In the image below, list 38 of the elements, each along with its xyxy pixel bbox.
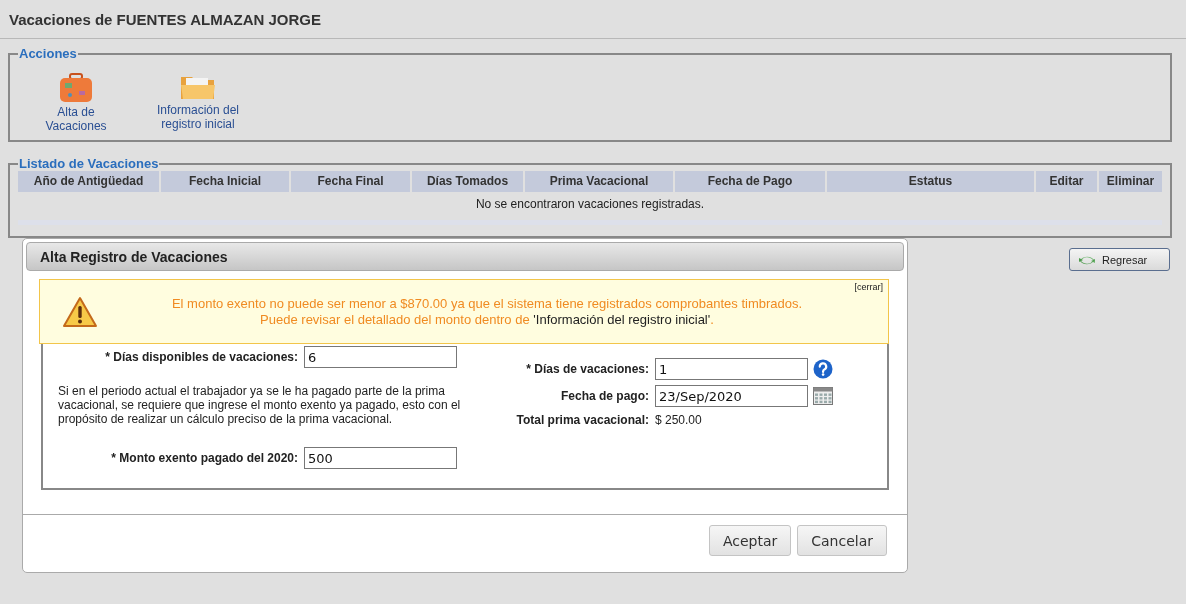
back-button[interactable]: Regresar: [1069, 248, 1170, 271]
input-field[interactable]: 6: [304, 346, 457, 368]
date-field[interactable]: 23/Sep/2020: [655, 385, 808, 407]
close-link[interactable]: [cerrar]: [854, 282, 883, 292]
warning-icon: [62, 295, 98, 328]
column-header: Días Tomados: [412, 171, 523, 192]
suitcase-icon: [59, 73, 93, 103]
warning-text: El monto exento no puede ser menor a $870.00 ya que el sistema tiene registrados comprobantes timbrados.: [170, 295, 804, 312]
field-label: * Días disponibles de vacaciones:: [104, 350, 299, 364]
column-header: Año de Antigüedad: [18, 171, 159, 192]
action-link[interactable]: Información del registro inicial: [148, 103, 248, 131]
field-label: * Días de vacaciones:: [525, 362, 650, 376]
field-label: Fecha de pago:: [560, 389, 650, 403]
column-header: Prima Vacacional: [525, 171, 673, 192]
column-header: Editar: [1036, 171, 1097, 192]
action-link[interactable]: Alta de Vacaciones: [36, 105, 116, 133]
field-label: Total prima vacacional:: [515, 413, 650, 427]
input-field[interactable]: 1: [655, 358, 808, 380]
total-value: $ 250.00: [655, 413, 702, 427]
column-header: Fecha de Pago: [675, 171, 825, 192]
calendar-icon[interactable]: [813, 387, 833, 405]
help-icon[interactable]: [813, 359, 833, 379]
help-text: Si en el periodo actual el trabajador ya se le ha pagado parte de la prima vacacional, se requiere que ingrese el monto exento ya pagado, esto con el propósito de realizar un cálculo preciso de la prima vacacional.: [58, 384, 462, 426]
input-field[interactable]: 500: [304, 447, 457, 469]
panel-title: Listado de Vacaciones: [18, 156, 160, 171]
column-header: Fecha Inicial: [161, 171, 289, 192]
page-title: Vacaciones de FUENTES ALMAZAN JORGE: [9, 10, 321, 28]
column-header: Fecha Final: [291, 171, 410, 192]
column-header: Estatus: [827, 171, 1034, 192]
warning-text: Puede revisar el detallado del monto dentro de 'Información del registro inicial'.: [259, 311, 715, 328]
empty-message: No se encontraron vacaciones registradas.: [474, 197, 706, 211]
dialog-button[interactable]: Aceptar: [708, 525, 792, 556]
dialog-title: Alta Registro de Vacaciones: [40, 248, 228, 265]
field-label: * Monto exento pagado del 2020:: [110, 451, 299, 465]
panel-title: Acciones: [18, 46, 78, 61]
dialog-button[interactable]: Cancelar: [797, 525, 887, 556]
info-link[interactable]: 'Información del registro inicial': [533, 311, 711, 327]
column-header: Eliminar: [1099, 171, 1162, 192]
